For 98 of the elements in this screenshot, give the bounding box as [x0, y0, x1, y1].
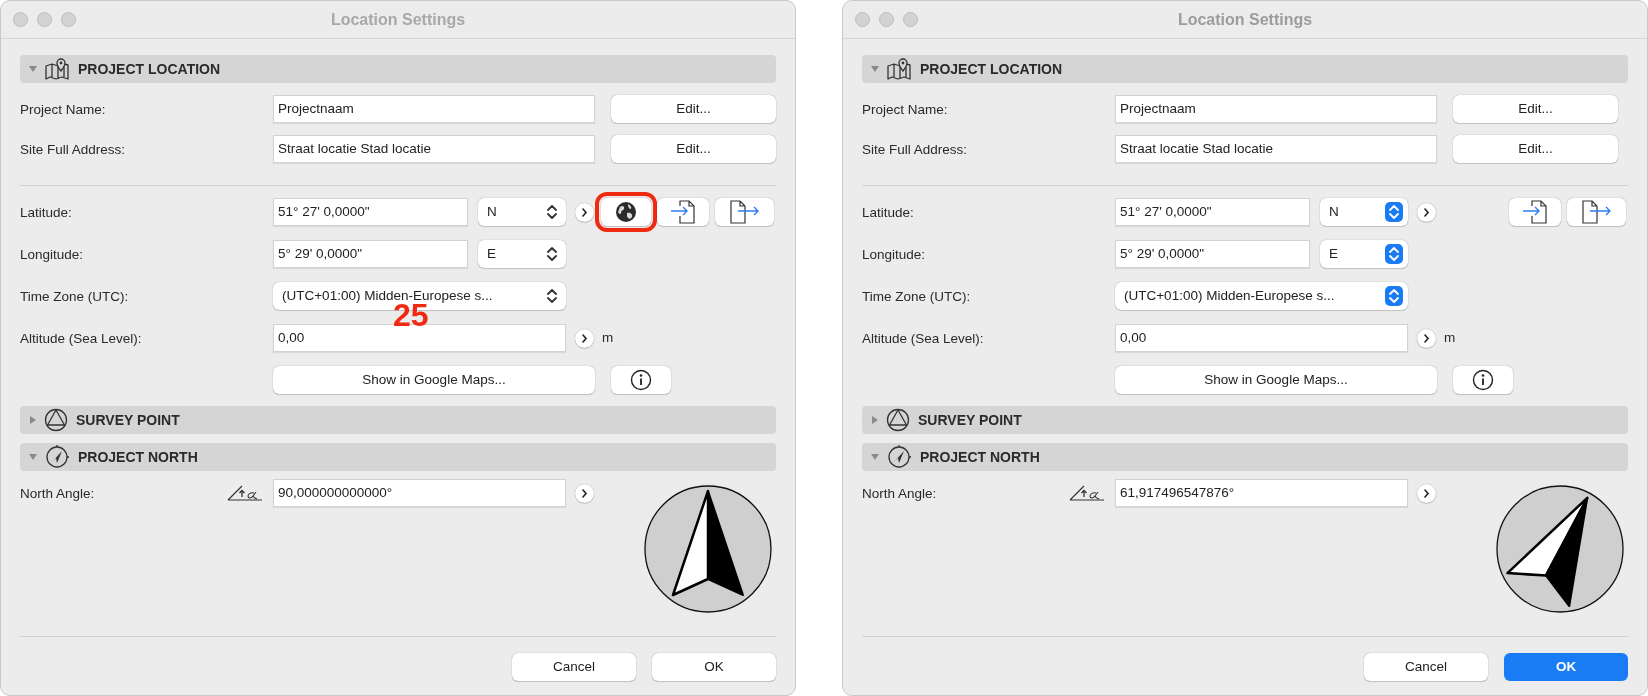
import-document-icon: [1522, 200, 1548, 224]
section-title: SURVEY POINT: [918, 410, 1022, 430]
text-field[interactable]: 61,917496547876°: [1115, 479, 1408, 507]
chevron-right-icon: [581, 333, 588, 343]
ok-button[interactable]: OK: [652, 653, 776, 681]
unit-label: m: [1444, 328, 1456, 347]
edit-button[interactable]: Edit...: [611, 135, 776, 163]
angle-icon: [227, 484, 263, 502]
section-title: PROJECT NORTH: [78, 447, 198, 467]
dropdown[interactable]: E: [478, 240, 566, 268]
field-label: North Angle:: [862, 486, 937, 501]
text-field[interactable]: 5° 29' 0,0000": [1115, 240, 1310, 268]
text-field[interactable]: 51° 27' 0,0000": [1115, 198, 1310, 226]
text-field[interactable]: 90,000000000000°: [273, 479, 566, 507]
field-label: North Angle:: [20, 486, 95, 501]
field-label: Longitude:: [862, 247, 926, 262]
up-down-chevron-icon: [1385, 202, 1403, 222]
chevron-right-icon: [581, 207, 588, 217]
field-label: Project Name:: [862, 102, 948, 117]
export-button[interactable]: [1567, 198, 1626, 226]
import-button[interactable]: [657, 198, 709, 226]
info-button[interactable]: [611, 366, 671, 394]
chevron-button[interactable]: [1417, 202, 1436, 222]
chevron-button[interactable]: [575, 328, 594, 348]
section-header[interactable]: SURVEY POINT: [862, 406, 1628, 434]
text-field[interactable]: Projectnaam: [1115, 95, 1437, 123]
section-header[interactable]: SURVEY POINT: [20, 406, 776, 434]
section-header[interactable]: PROJECT NORTH: [20, 443, 776, 471]
section-title: PROJECT LOCATION: [78, 59, 221, 79]
section-header[interactable]: PROJECT NORTH: [862, 443, 1628, 471]
dropdown[interactable]: (UTC+01:00) Midden-Europese s...: [1115, 282, 1408, 310]
chevron-right-icon: [581, 488, 588, 498]
dropdown[interactable]: N: [478, 198, 566, 226]
ok-button[interactable]: OK: [1504, 653, 1628, 681]
chevron-button[interactable]: [1417, 483, 1436, 503]
window-title: Location Settings: [330, 9, 466, 30]
info-button[interactable]: [1453, 366, 1513, 394]
triangle-down-icon: [870, 452, 880, 462]
field-label: Time Zone (UTC):: [20, 289, 129, 304]
dropdown[interactable]: N: [1320, 198, 1408, 226]
export-button[interactable]: [715, 198, 774, 226]
angle-icon: [1069, 484, 1105, 502]
up-down-chevron-icon: [1385, 244, 1403, 264]
info-icon: [630, 369, 652, 391]
export-document-icon: [1581, 200, 1612, 224]
chevron-right-icon: [1423, 488, 1430, 498]
triangle-in-circle-icon: [44, 408, 68, 432]
cancel-button[interactable]: Cancel: [1364, 653, 1488, 681]
edit-button[interactable]: Edit...: [611, 95, 776, 123]
triangle-down-icon: [870, 64, 880, 74]
field-label: Site Full Address:: [20, 142, 126, 157]
unit-label: m: [602, 328, 614, 347]
field-label: Project Name:: [20, 102, 106, 117]
chevron-right-icon: [1423, 207, 1430, 217]
edit-button[interactable]: Edit...: [1453, 135, 1618, 163]
map-pin-icon: [886, 57, 912, 81]
section-title: PROJECT NORTH: [920, 447, 1040, 467]
field-label: Latitude:: [20, 205, 72, 220]
window-title: Location Settings: [1177, 9, 1313, 30]
info-icon: [1472, 369, 1494, 391]
edit-button[interactable]: Edit...: [1453, 95, 1618, 123]
map-pin-icon: [44, 57, 70, 81]
section-header[interactable]: PROJECT LOCATION: [862, 55, 1628, 83]
cancel-button[interactable]: Cancel: [512, 653, 636, 681]
triangle-down-icon: [28, 64, 38, 74]
export-document-icon: [729, 200, 760, 224]
text-field[interactable]: 51° 27' 0,0000": [273, 198, 468, 226]
chevron-button[interactable]: [1417, 328, 1436, 348]
field-label: Altitude (Sea Level):: [862, 331, 984, 346]
chevron-button[interactable]: [575, 483, 594, 503]
text-field[interactable]: Projectnaam: [273, 95, 595, 123]
triangle-down-icon: [28, 452, 38, 462]
field-label: Altitude (Sea Level):: [20, 331, 142, 346]
section-header[interactable]: PROJECT LOCATION: [20, 55, 776, 83]
section-title: PROJECT LOCATION: [920, 59, 1063, 79]
chevron-right-icon: [1423, 333, 1430, 343]
up-down-chevron-icon: [1385, 286, 1403, 306]
text-field[interactable]: 0,00: [1115, 324, 1408, 352]
show-map-button[interactable]: Show in Google Maps...: [273, 366, 595, 394]
text-field[interactable]: Straat locatie Stad locatie: [1115, 135, 1437, 163]
dropdown[interactable]: E: [1320, 240, 1408, 268]
field-label: Longitude:: [20, 247, 84, 262]
triangle-right-icon: [28, 415, 38, 425]
triangle-in-circle-icon: [886, 408, 910, 432]
compass-icon: [886, 444, 912, 470]
field-label: Time Zone (UTC):: [862, 289, 971, 304]
field-label: Site Full Address:: [862, 142, 968, 157]
triangle-right-icon: [870, 415, 880, 425]
text-field[interactable]: 5° 29' 0,0000": [273, 240, 468, 268]
import-button[interactable]: [1509, 198, 1561, 226]
show-map-button[interactable]: Show in Google Maps...: [1115, 366, 1437, 394]
globe-icon: [615, 201, 637, 223]
field-label: Latitude:: [862, 205, 914, 220]
text-field[interactable]: Straat locatie Stad locatie: [273, 135, 595, 163]
compass-icon: [44, 444, 70, 470]
chevron-button[interactable]: [575, 202, 594, 222]
import-document-icon: [670, 200, 696, 224]
section-title: SURVEY POINT: [76, 410, 180, 430]
